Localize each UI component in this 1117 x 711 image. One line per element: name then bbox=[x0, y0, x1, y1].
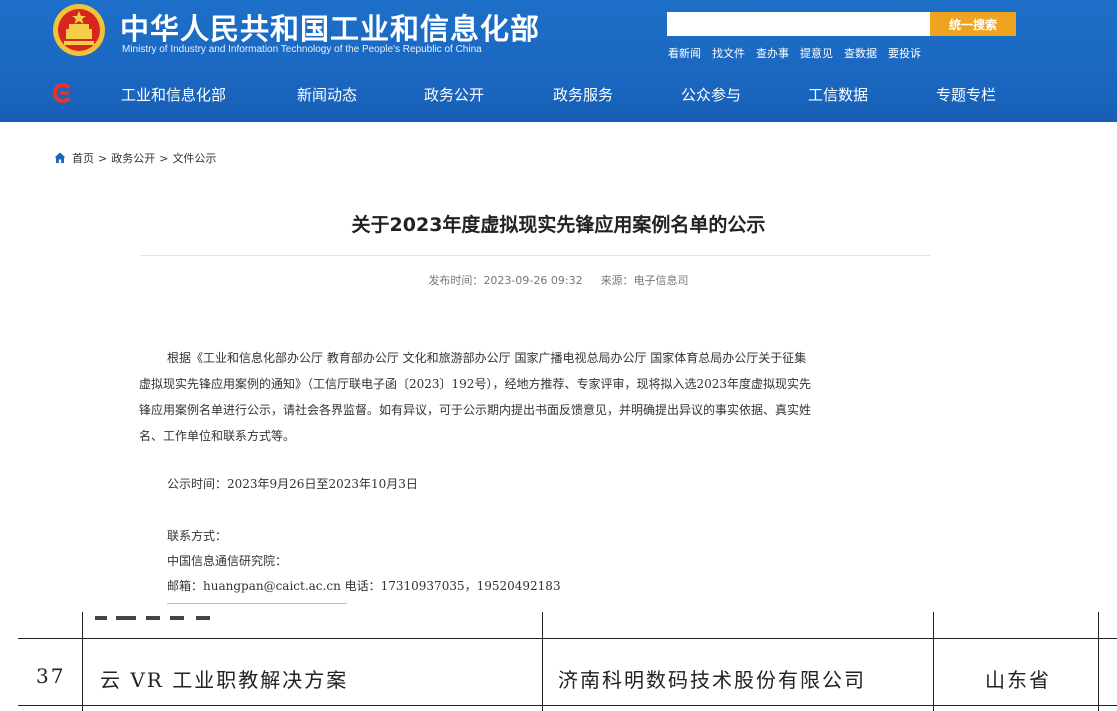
quick-link-services[interactable]: 查办事 bbox=[756, 45, 789, 61]
table-border-bottom bbox=[18, 705, 1117, 706]
quick-link-news[interactable]: 看新闻 bbox=[668, 45, 701, 61]
para1-line-1: 根据《工业和信息化部办公厅 教育部办公厅 文化和旅游部办公厅 国家广播电视总局办… bbox=[167, 351, 807, 365]
main-nav: 工业和信息化部 新闻动态 政务公开 政务服务 公众参与 工信数据 专题专栏 bbox=[0, 72, 1117, 116]
nav-gov-affairs[interactable]: 政务公开 bbox=[424, 84, 484, 105]
breadcrumb-separator: > bbox=[98, 151, 108, 165]
nav-data[interactable]: 工信数据 bbox=[808, 84, 868, 105]
quick-link-data[interactable]: 查数据 bbox=[844, 45, 877, 61]
publish-time: 2023-09-26 09:32 bbox=[483, 274, 583, 287]
cropped-row-fragment bbox=[170, 616, 184, 620]
nav-news[interactable]: 新闻动态 bbox=[297, 84, 357, 105]
table-col-divider bbox=[933, 612, 934, 711]
cropped-text-line bbox=[167, 601, 347, 607]
case-table bbox=[0, 612, 1117, 711]
table-border-top bbox=[18, 638, 1117, 639]
breadcrumb-file-notice[interactable]: 文件公示 bbox=[172, 150, 216, 166]
table-cell-company: 济南科明数码技术股份有限公司 bbox=[558, 668, 866, 692]
breadcrumb: 首页 > 政务公开 > 文件公示 bbox=[54, 150, 216, 166]
cropped-row-fragment bbox=[196, 616, 210, 620]
nav-topics[interactable]: 专题专栏 bbox=[936, 84, 996, 105]
article-title: 关于2023年度虚拟现实先锋应用案例名单的公示 bbox=[351, 214, 766, 236]
table-col-divider bbox=[542, 612, 543, 711]
home-icon bbox=[54, 152, 66, 163]
title-divider bbox=[140, 255, 930, 256]
quick-link-files[interactable]: 找文件 bbox=[712, 45, 745, 61]
table-cell-case-name: 云 VR 工业职教解决方案 bbox=[100, 668, 349, 692]
nav-public[interactable]: 公众参与 bbox=[681, 84, 741, 105]
cropped-row-fragment bbox=[146, 616, 160, 620]
contact-org: 中国信息通信研究院： bbox=[167, 554, 288, 568]
nav-miit[interactable]: 工业和信息化部 bbox=[121, 84, 226, 105]
para1-line-2: 虚拟现实先锋应用案例的通知》（工信厅联电子函〔2023〕192号），经地方推荐、… bbox=[139, 377, 811, 391]
quick-link-complaint[interactable]: 要投诉 bbox=[888, 45, 921, 61]
table-col-divider bbox=[1098, 612, 1099, 711]
site-title[interactable]: 中华人民共和国工业和信息化部 bbox=[120, 6, 540, 48]
table-col-divider bbox=[82, 612, 83, 711]
contact-label: 联系方式： bbox=[167, 529, 228, 543]
notice-period: 公示时间：2023年9月26日至2023年10月3日 bbox=[167, 477, 418, 491]
breadcrumb-gov-affairs[interactable]: 政务公开 bbox=[111, 150, 155, 166]
table-cell-province: 山东省 bbox=[985, 668, 1051, 692]
para1-line-4: 名、工作单位和联系方式等。 bbox=[139, 429, 296, 443]
search-button[interactable]: 统一搜索 bbox=[930, 12, 1016, 36]
breadcrumb-home[interactable]: 首页 bbox=[72, 150, 94, 166]
table-cell-index: 37 bbox=[36, 664, 66, 688]
quick-link-feedback[interactable]: 提意见 bbox=[800, 45, 833, 61]
article-meta: 发布时间：2023-09-26 09:32 来源：电子信息司 bbox=[0, 272, 1117, 288]
site-subtitle: Ministry of Industry and Information Tec… bbox=[122, 44, 482, 55]
search-input[interactable] bbox=[667, 12, 930, 36]
publish-label: 发布时间： bbox=[428, 274, 484, 287]
cropped-row-fragment bbox=[116, 616, 136, 620]
breadcrumb-separator: > bbox=[159, 151, 169, 165]
quick-links: 看新闻 找文件 查办事 提意见 查数据 要投诉 bbox=[668, 45, 921, 61]
source-label: 来源： bbox=[600, 274, 634, 287]
site-header: 中华人民共和国工业和信息化部 Ministry of Industry and … bbox=[0, 0, 1117, 122]
source-value: 电子信息司 bbox=[633, 274, 689, 287]
national-emblem-icon[interactable] bbox=[52, 3, 106, 57]
contact-line: 邮箱：huangpan@caict.ac.cn 电话：17310937035，1… bbox=[167, 579, 561, 593]
nav-gov-services[interactable]: 政务服务 bbox=[553, 84, 613, 105]
para1-line-3: 锋应用案例名单进行公示，请社会各界监督。如有异议，可于公示期内提出书面反馈意见，… bbox=[139, 403, 812, 417]
ministry-logo-icon[interactable] bbox=[52, 82, 74, 104]
cropped-row-fragment bbox=[95, 616, 107, 620]
